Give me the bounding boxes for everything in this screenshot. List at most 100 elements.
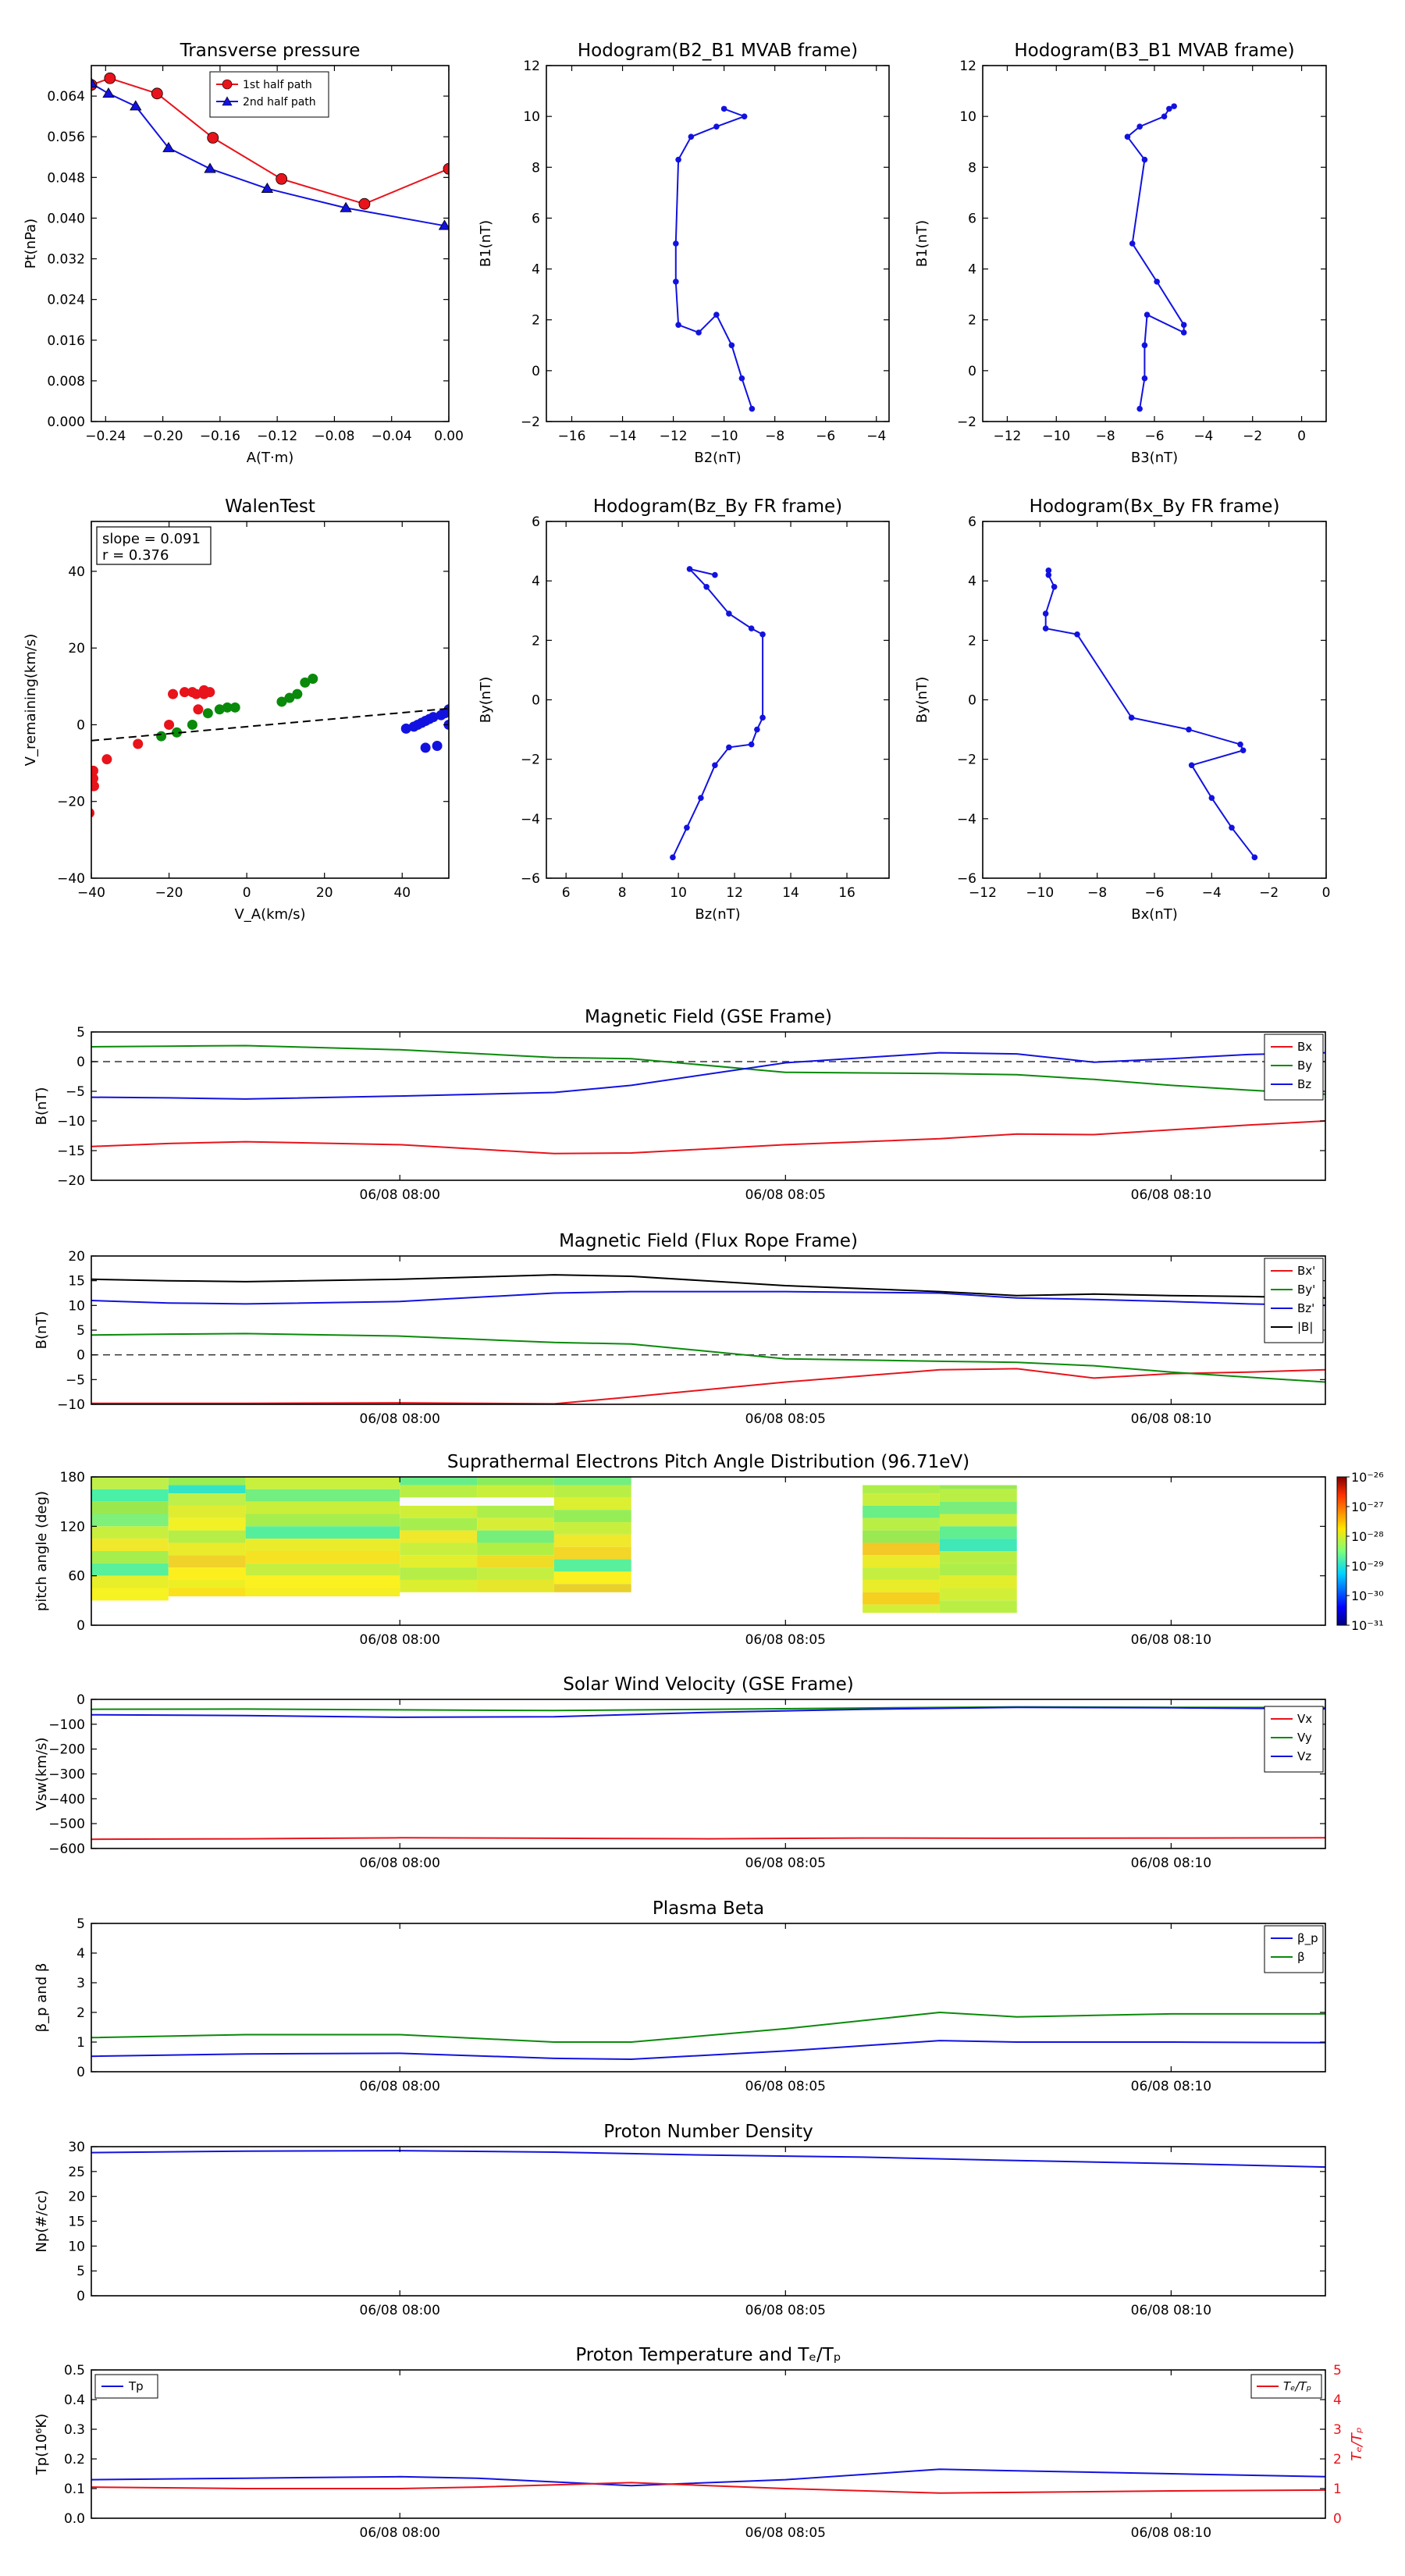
heatmap-cell (863, 1485, 940, 1494)
data-point (91, 808, 95, 818)
data-point (420, 742, 431, 753)
legend-label: Vz (1297, 1749, 1311, 1763)
data-point (726, 744, 732, 751)
chart-bfr: Magnetic Field (Flux Rope Frame) −10 −5 0 5 1… (34, 1231, 1326, 1427)
y-axis-label: By(nT) (914, 677, 930, 723)
y-tick-label: −10 (57, 1114, 85, 1130)
y-tick-label: 0.4 (64, 2393, 85, 2408)
data-point (292, 688, 303, 699)
y-tick-label: −200 (48, 1742, 85, 1758)
x-tick-label: 06/08 08:10 (1131, 2079, 1211, 2094)
colorbar-label: 10⁻²⁹ (1351, 1559, 1384, 1574)
legend-label: Vx (1297, 1712, 1312, 1726)
data-point (1129, 240, 1136, 247)
legend-label: 1st half path (243, 79, 312, 91)
y-tick-label: −20 (57, 795, 85, 810)
data-point (1161, 113, 1168, 119)
chart-title: Suprathermal Electrons Pitch Angle Distr… (447, 1452, 969, 1472)
y-tick-label: 0 (532, 364, 540, 379)
series-line-Bz' (91, 1290, 1325, 1307)
x-axis-label: Bx(nT) (1131, 906, 1177, 923)
y-tick-label: −4 (521, 812, 540, 827)
series-line-h2 (1126, 105, 1185, 409)
y-tick-label: 4 (532, 262, 540, 278)
series-line-h1 (674, 108, 753, 410)
heatmap-cell (477, 1542, 554, 1556)
heatmap-cell (245, 1551, 400, 1564)
series-line-|B| (91, 1274, 1325, 1299)
heatmap-cell (400, 1517, 478, 1531)
plot-area (91, 1274, 1325, 1404)
chart-h1: Hodogram(B2_B1 MVAB frame) −2 0 2 4 6 8 10 12 −16… (478, 41, 890, 466)
data-point (1136, 405, 1143, 412)
data-point (673, 240, 679, 247)
data-point (741, 113, 748, 119)
data-point (229, 702, 240, 713)
heatmap-cell (863, 1555, 940, 1568)
y-tick-label: 0.024 (47, 293, 85, 308)
x-tick-label: 06/08 08:05 (745, 1856, 826, 1871)
data-point (1180, 329, 1187, 336)
y-tick-label: 2 (532, 313, 540, 329)
data-point (748, 625, 755, 632)
data-point (684, 824, 690, 831)
heatmap-cell (477, 1555, 554, 1568)
chart-title: Hodogram(Bx_By FR frame) (1030, 496, 1280, 517)
x-tick-label: −40 (77, 885, 105, 901)
legend-label: Tp (128, 2379, 144, 2393)
x-tick-label: 0.00 (434, 429, 464, 444)
y-tick-label: 4 (968, 262, 976, 278)
right-tick-label: 2 (1333, 2452, 1342, 2467)
colorbar (1336, 1476, 1347, 1626)
heatmap-cell (553, 1497, 631, 1510)
series-line-Bx (91, 1120, 1325, 1155)
y-tick-label: 4 (76, 1946, 85, 1962)
x-tick-label: 06/08 08:05 (745, 1632, 826, 1648)
x-tick-label: −12 (993, 429, 1021, 444)
data-point (738, 375, 745, 382)
y-tick-label: 20 (68, 1249, 85, 1265)
y-tick-label: 0 (76, 2065, 85, 2080)
right-tick-label: 5 (1333, 2363, 1342, 2379)
data-point (686, 566, 693, 572)
heatmap-cell (168, 1517, 246, 1531)
heatmap-cell (553, 1477, 631, 1485)
x-tick-label: −8 (765, 429, 784, 444)
y-tick-label: 20 (68, 641, 85, 656)
data-point (726, 610, 732, 617)
chart-title: Magnetic Field (Flux Rope Frame) (559, 1231, 858, 1251)
x-tick-label: 10 (670, 885, 687, 901)
y-axis-label: Np(#/cc) (34, 2190, 50, 2253)
heatmap-cell (91, 1514, 169, 1527)
heatmap-cell (91, 1477, 169, 1489)
y-tick-label: −100 (48, 1717, 85, 1733)
heatmap-cell (400, 1555, 478, 1568)
heatmap-cell (168, 1530, 246, 1543)
heatmap-cell (477, 1477, 554, 1485)
y-tick-label: −2 (521, 753, 540, 768)
x-tick-label: 6 (562, 885, 571, 901)
y-tick-label: 12 (523, 59, 540, 74)
data-point (1186, 726, 1192, 733)
y-tick-label: −400 (48, 1791, 85, 1807)
y-tick-label: −5 (66, 1084, 85, 1100)
plot-frame (91, 2146, 1326, 2297)
y-tick-label: 0.032 (47, 252, 85, 268)
y-tick-label: 0.008 (47, 374, 85, 390)
legend-label: |B| (1297, 1320, 1313, 1334)
right-tick-label: 3 (1333, 2422, 1342, 2438)
y-axis-label: pitch angle (deg) (34, 1491, 50, 1611)
x-tick-label: −8 (1087, 885, 1107, 901)
y-tick-label: 30 (68, 2140, 85, 2155)
x-tick-label: −0.20 (143, 429, 183, 444)
y-axis-label: By(nT) (478, 677, 494, 723)
x-tick-label: 06/08 08:00 (360, 2525, 440, 2541)
y-tick-label: 0 (532, 693, 540, 709)
heatmap-cell (245, 1501, 400, 1514)
data-point (1188, 762, 1195, 769)
series-line-h4 (1044, 570, 1256, 858)
plot-area (670, 566, 766, 861)
data-point (720, 105, 727, 112)
y-axis-label: Tp(10⁶K) (34, 2414, 50, 2475)
x-tick-label: −16 (558, 429, 586, 444)
